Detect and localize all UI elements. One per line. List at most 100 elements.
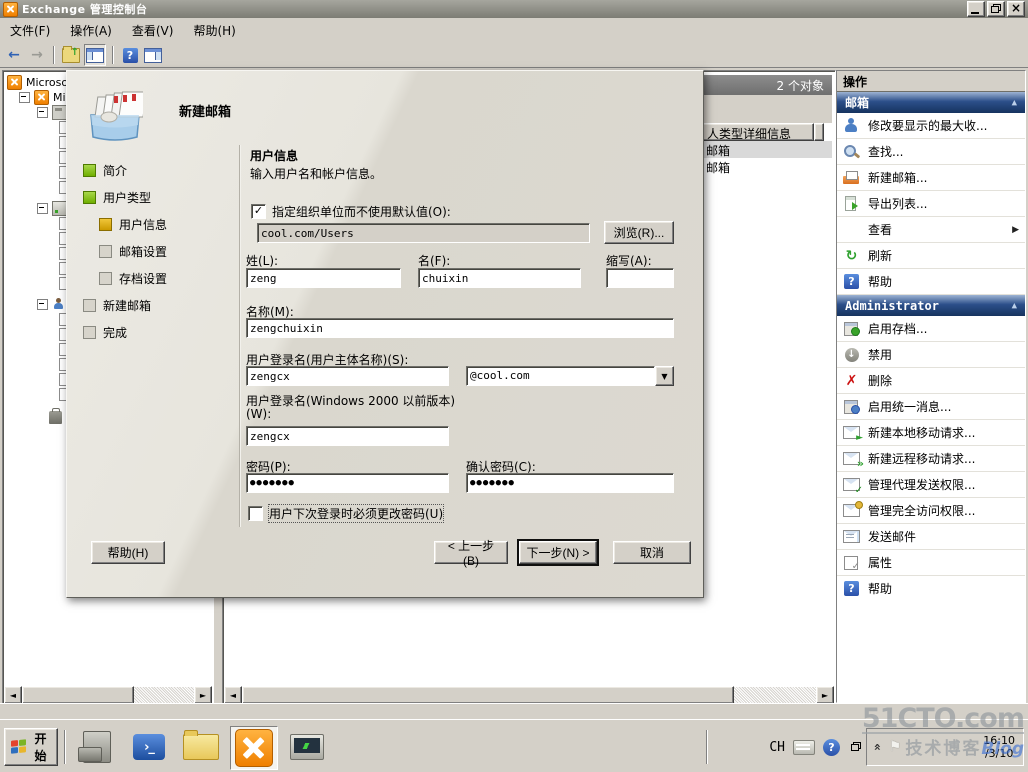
menu-action[interactable]: 操作(A) bbox=[60, 19, 122, 42]
initials-field[interactable] bbox=[606, 268, 674, 288]
browse-button[interactable]: 浏览(R)... bbox=[604, 221, 674, 244]
toolbox-icon bbox=[49, 411, 62, 424]
action-enable-unified-messaging[interactable]: 启用统一消息... bbox=[837, 394, 1025, 420]
action-new-remote-move-request[interactable]: 新建远程移动请求... bbox=[837, 446, 1025, 472]
last-name-label: 姓(L): bbox=[246, 252, 278, 269]
section-header-administrator[interactable]: Administrator bbox=[837, 295, 1025, 316]
menu-help[interactable]: 帮助(H) bbox=[183, 19, 245, 42]
remote-move-icon bbox=[843, 451, 860, 466]
scrollbar-thumb[interactable] bbox=[242, 686, 734, 704]
help-icon[interactable] bbox=[120, 45, 140, 65]
up-one-level-icon[interactable] bbox=[61, 45, 81, 65]
minimize-button[interactable] bbox=[967, 1, 985, 17]
menu-view[interactable]: 查看(V) bbox=[122, 19, 184, 42]
collapse-toggle[interactable] bbox=[19, 92, 30, 103]
show-hidden-icons-chevron[interactable] bbox=[870, 743, 884, 751]
scroll-left-button[interactable] bbox=[224, 686, 242, 704]
action-refresh[interactable]: 刷新 bbox=[837, 243, 1025, 269]
action-new-mailbox[interactable]: 新建邮箱... bbox=[837, 165, 1025, 191]
help-button[interactable]: 帮助(H) bbox=[91, 541, 165, 564]
list-horizontal-scrollbar[interactable] bbox=[224, 687, 834, 703]
collapse-toggle[interactable] bbox=[37, 299, 48, 310]
action-help-admin[interactable]: 帮助 bbox=[837, 576, 1025, 601]
restore-button[interactable] bbox=[987, 1, 1005, 17]
action-manage-full-access[interactable]: 管理完全访问权限... bbox=[837, 498, 1025, 524]
action-center-flag-icon[interactable] bbox=[889, 739, 902, 755]
ou-checkbox[interactable] bbox=[251, 204, 266, 219]
tree-horizontal-scrollbar[interactable] bbox=[4, 687, 212, 703]
change-password-checkbox[interactable] bbox=[248, 506, 263, 521]
change-password-label: 用户下次登录时必须更改密码(U) bbox=[269, 505, 443, 522]
server-manager-icon[interactable] bbox=[74, 726, 120, 768]
back-button[interactable]: < 上一步(B) bbox=[434, 541, 508, 564]
scroll-right-button[interactable] bbox=[816, 686, 834, 704]
collapse-section-icon[interactable] bbox=[1012, 98, 1017, 108]
step-completion: 完成 bbox=[83, 319, 167, 346]
explorer-icon[interactable] bbox=[178, 726, 224, 768]
confirm-password-field[interactable] bbox=[466, 473, 674, 493]
new-mailbox-wizard-dialog: 新建邮箱 简介 用户类型 用户信息 邮箱设置 存档设置 bbox=[66, 70, 704, 598]
language-options-icon[interactable] bbox=[848, 740, 862, 754]
upn-domain-combobox[interactable]: @cool.com bbox=[466, 366, 674, 386]
taskbar: 开始 CH 16:10 /3/10 bbox=[0, 719, 1028, 772]
password-field[interactable] bbox=[246, 473, 449, 493]
action-enable-archive[interactable]: 启用存档... bbox=[837, 316, 1025, 342]
start-button[interactable]: 开始 bbox=[4, 728, 58, 766]
language-indicator[interactable]: CH bbox=[769, 740, 785, 755]
action-view[interactable]: 查看 bbox=[837, 217, 1025, 243]
local-move-icon bbox=[843, 425, 860, 440]
upn-field[interactable] bbox=[246, 366, 449, 386]
ou-path-field[interactable] bbox=[257, 223, 590, 243]
actions-pane-title: 操作 bbox=[837, 71, 1025, 92]
menu-file[interactable]: 文件(F) bbox=[0, 19, 60, 42]
last-name-field[interactable] bbox=[246, 268, 401, 288]
wizard-steps: 简介 用户类型 用户信息 邮箱设置 存档设置 新建邮箱 bbox=[83, 157, 167, 346]
next-button[interactable]: 下一步(N) > bbox=[519, 541, 597, 564]
action-delete[interactable]: 删除 bbox=[837, 368, 1025, 394]
action-modify-max-recipients[interactable]: 修改要显示的最大收... bbox=[837, 113, 1025, 139]
action-disable[interactable]: 禁用 bbox=[837, 342, 1025, 368]
keyboard-icon[interactable] bbox=[793, 740, 815, 755]
display-name-field[interactable] bbox=[246, 318, 674, 338]
first-name-field[interactable] bbox=[418, 268, 581, 288]
step-status-icon bbox=[83, 326, 96, 339]
back-icon[interactable] bbox=[4, 45, 24, 65]
step-user-information: 用户信息 bbox=[99, 211, 167, 238]
collapse-section-icon[interactable] bbox=[1012, 301, 1017, 311]
taskbar-separator bbox=[64, 730, 66, 764]
close-button[interactable] bbox=[1007, 1, 1025, 17]
show-action-pane-icon[interactable] bbox=[143, 45, 163, 65]
section-header-mailbox[interactable]: 邮箱 bbox=[837, 92, 1025, 113]
page-subheading: 输入用户名和帐户信息。 bbox=[250, 165, 382, 182]
scroll-right-button[interactable] bbox=[194, 686, 212, 704]
performance-monitor-icon[interactable] bbox=[284, 726, 330, 768]
column-spacer bbox=[814, 123, 824, 141]
action-help[interactable]: 帮助 bbox=[837, 269, 1025, 295]
action-manage-send-as[interactable]: 管理代理发送权限... bbox=[837, 472, 1025, 498]
show-console-tree-icon[interactable] bbox=[84, 44, 106, 66]
action-properties[interactable]: 属性 bbox=[837, 550, 1025, 576]
first-name-label: 名(F): bbox=[418, 252, 450, 269]
collapse-toggle[interactable] bbox=[37, 203, 48, 214]
action-find[interactable]: 查找... bbox=[837, 139, 1025, 165]
forward-icon[interactable] bbox=[27, 45, 47, 65]
action-export-list[interactable]: 导出列表... bbox=[837, 191, 1025, 217]
help-tray-icon[interactable] bbox=[823, 739, 840, 756]
action-send-mail[interactable]: 发送邮件 bbox=[837, 524, 1025, 550]
legacy-logon-field[interactable] bbox=[246, 426, 449, 446]
step-mailbox-settings: 邮箱设置 bbox=[99, 238, 167, 265]
scrollbar-thumb[interactable] bbox=[22, 686, 134, 704]
exchange-console-taskbar-icon[interactable] bbox=[230, 726, 278, 770]
action-new-local-move-request[interactable]: 新建本地移动请求... bbox=[837, 420, 1025, 446]
send-mail-icon bbox=[843, 529, 860, 544]
scroll-left-button[interactable] bbox=[4, 686, 22, 704]
exchange-logo-icon bbox=[7, 75, 22, 90]
combobox-dropdown-icon[interactable] bbox=[655, 366, 674, 386]
collapse-toggle[interactable] bbox=[37, 107, 48, 118]
menu-bar: 文件(F) 操作(A) 查看(V) 帮助(H) bbox=[0, 18, 1028, 44]
toolbar bbox=[0, 43, 1028, 68]
powershell-icon[interactable] bbox=[126, 726, 172, 768]
step-status-icon bbox=[83, 299, 96, 312]
taskbar-clock[interactable]: 16:10 /3/10 bbox=[983, 734, 1015, 760]
cancel-button[interactable]: 取消 bbox=[613, 541, 691, 564]
